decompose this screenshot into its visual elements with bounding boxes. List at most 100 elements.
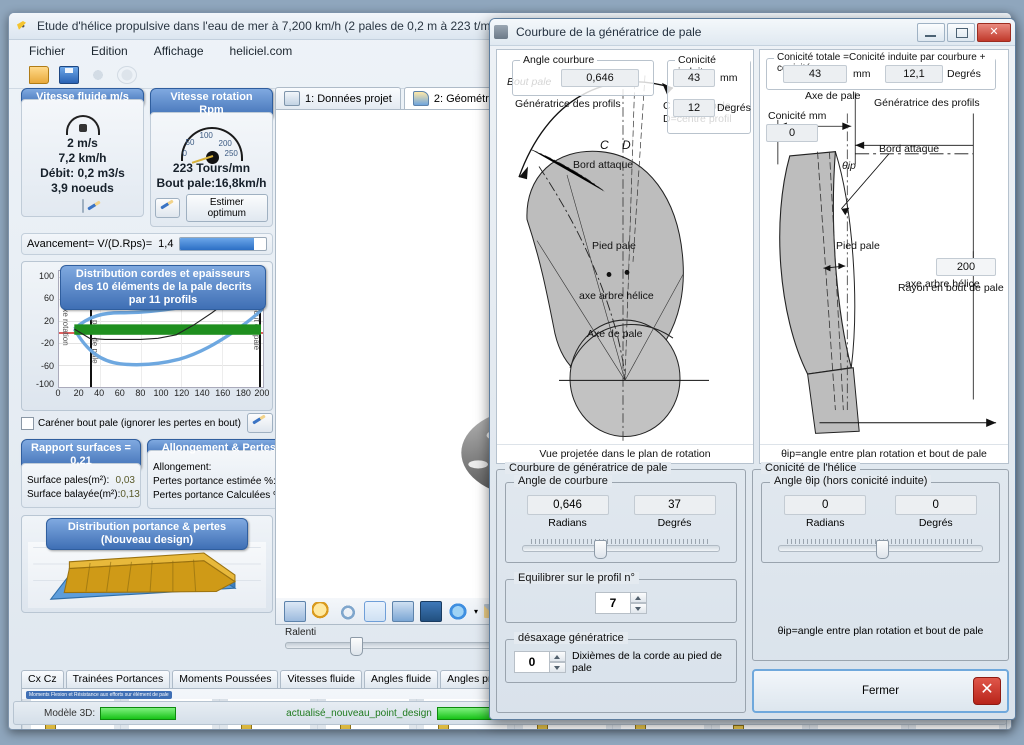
projected-view-caption: Vue projetée dans le plan de rotation [497,444,753,463]
save-icon[interactable] [59,66,79,84]
label-theta-ip: θip [842,160,856,172]
zoom-icon[interactable] [312,602,332,621]
angle-courbure-value[interactable]: 0,646 [561,69,639,87]
maximize-icon[interactable] [947,23,975,42]
close-icon[interactable] [977,23,1011,42]
menu-heliciel[interactable]: heliciel.com [230,44,293,58]
thetaip-slider-knob[interactable] [876,540,889,559]
balance-profile-value[interactable]: 7 [595,592,630,614]
label-pied-pale: Pied pale [592,240,636,252]
conicite-induite-group: Conicité induite 43 mm 12 Degrés [667,60,751,134]
minimize-icon[interactable] [917,23,945,42]
tab-donnees-projet-label: 1: Données projet [305,93,392,105]
snapshot-icon[interactable] [420,601,442,622]
est-loss-row: Pertes portance estimée %: [153,475,285,489]
curvature-radians-label: Radians [527,517,609,529]
label-bord-attaque: Bord attaque [573,159,633,171]
rotate-icon[interactable] [338,602,358,621]
curvature-slider-ticks [531,539,711,544]
label-point-d: D [622,138,631,152]
angle-courbure-group: Angle courbure 0,646 [512,60,654,96]
open-icon[interactable] [29,66,49,84]
animation-slider-knob[interactable] [350,637,363,656]
close-dialog-x-icon[interactable]: ✕ [973,677,1001,705]
balance-profile-stepper[interactable]: 7 [514,592,728,614]
surface-balayee-value: 0,13 [120,488,139,502]
thetaip-radians-value[interactable]: 0 [784,495,866,515]
rotation-speed-panel: Vitesse rotation Rpm 0 50 100 200 250 22… [150,88,273,227]
gauge-tick-50: 50 [186,138,195,147]
offset-generator-up-icon[interactable] [549,651,566,662]
surface-balayee-label: Surface balayée(m²): [27,488,120,502]
label-axe-arbre-helice: axe arbre hélice [579,290,654,302]
conicite-totale-deg-value[interactable]: 12,1 [885,65,943,83]
conicite-induite-deg-value[interactable]: 12 [673,99,715,117]
tip-speed-value: Bout pale:16,8km/h [155,176,268,191]
visibility-icon[interactable] [448,602,468,621]
chord-thickness-chart-caption: Distribution cordes et epaisseurs des 10… [60,265,266,310]
model3d-progress [100,707,176,720]
conicity-group-legend: Conicité de l'hélice [761,462,860,474]
rayon-bout-pale-value[interactable]: 200 [936,258,996,276]
balance-profile-down-icon[interactable] [630,603,647,614]
offset-generator-label: Dixièmes de la corde au pied de pale [572,650,728,674]
estimate-optimum-button[interactable]: Estimer optimum [186,194,268,222]
fairing-checkbox-label: Caréner bout pale (ignorer les pertes en… [38,418,241,429]
xtick-40: 40 [94,388,104,398]
tab-vitesses-fluide[interactable]: Vitesses fluide [280,670,362,688]
label-point-c: C [600,138,609,152]
curvature-radians-value[interactable]: 0,646 [527,495,609,515]
conicity-column: Conicité de l'hélice Angle θip (hors con… [752,469,1009,713]
curvature-slider-knob[interactable] [594,540,607,559]
resistance-chart-caption: Moments Flexion et Résistance aux effort… [26,691,172,699]
xtick-140: 140 [195,388,210,398]
gauge-tick-250: 250 [225,149,238,158]
export-view-icon[interactable] [392,601,414,622]
xtick-200: 200 [254,388,269,398]
offset-generator-stepper[interactable]: 0 [514,651,566,673]
balance-profile-up-icon[interactable] [630,592,647,603]
conicite-mm-value[interactable]: 0 [766,124,818,142]
curvature-slider-track[interactable] [522,545,720,552]
edit-chart-button[interactable] [247,413,273,433]
offset-generator-value[interactable]: 0 [514,651,549,673]
edit-rotation-speed-button[interactable] [155,198,180,218]
gear-icon[interactable] [117,66,137,84]
curvature-group-legend: Courbure de génératrice de pale [505,462,671,474]
translate-icon[interactable] [364,601,386,622]
tab-donnees-projet[interactable]: 1: Données projet [275,87,401,110]
thetaip-degres-value[interactable]: 0 [895,495,977,515]
tab-angles-fluide[interactable]: Angles fluide [364,670,438,688]
elongation-losses-panel: Allongement & Pertes Allongement: Pertes… [147,439,291,509]
visibility-dropdown-icon[interactable]: ▾ [474,607,478,616]
curvature-degres-value[interactable]: 37 [634,495,716,515]
project-data-icon [284,91,300,106]
thetaip-slider-track[interactable] [778,545,983,552]
curvature-column: Courbure de génératrice de pale Angle de… [496,469,746,713]
conicite-totale-mm-value[interactable]: 43 [783,65,847,83]
offset-generator-down-icon[interactable] [549,662,566,673]
fluid-kmh: 7,2 km/h [26,151,139,166]
surface-pales-row: Surface pales(m²): 0,03 [27,474,135,488]
menu-edition[interactable]: Edition [91,44,128,58]
label-generatrice-profils: Génératrice des profils [515,98,621,110]
conicite-induite-mm-value[interactable]: 43 [673,69,715,87]
menu-affichage[interactable]: Affichage [154,44,204,58]
surface-pales-label: Surface pales(m²): [27,474,109,488]
fairing-checkbox[interactable] [21,417,34,430]
fluid-icon [66,115,100,135]
fit-view-icon[interactable] [284,601,306,622]
menu-fichier[interactable]: Fichier [29,44,65,58]
edit-fluid-speed-button[interactable] [82,199,84,213]
label-axe-de-pale-r: Axe de pale [805,90,860,102]
tab-trainees-portances[interactable]: Trainées Portances [66,670,171,688]
label-bord-attaque-r: Bord attaque [879,143,939,155]
ytick-m100: -100 [36,379,54,389]
xtick-180: 180 [236,388,251,398]
propeller-icon[interactable] [89,67,107,83]
tab-cx-cz[interactable]: Cx Cz [21,670,64,688]
window-title: Etude d'hélice propulsive dans l'eau de … [37,19,501,33]
conicite-mm-label: Conicité mm [768,110,826,122]
tab-moments-poussees[interactable]: Moments Poussées [172,670,278,688]
close-dialog-bar[interactable]: Fermer ✕ [752,669,1009,713]
